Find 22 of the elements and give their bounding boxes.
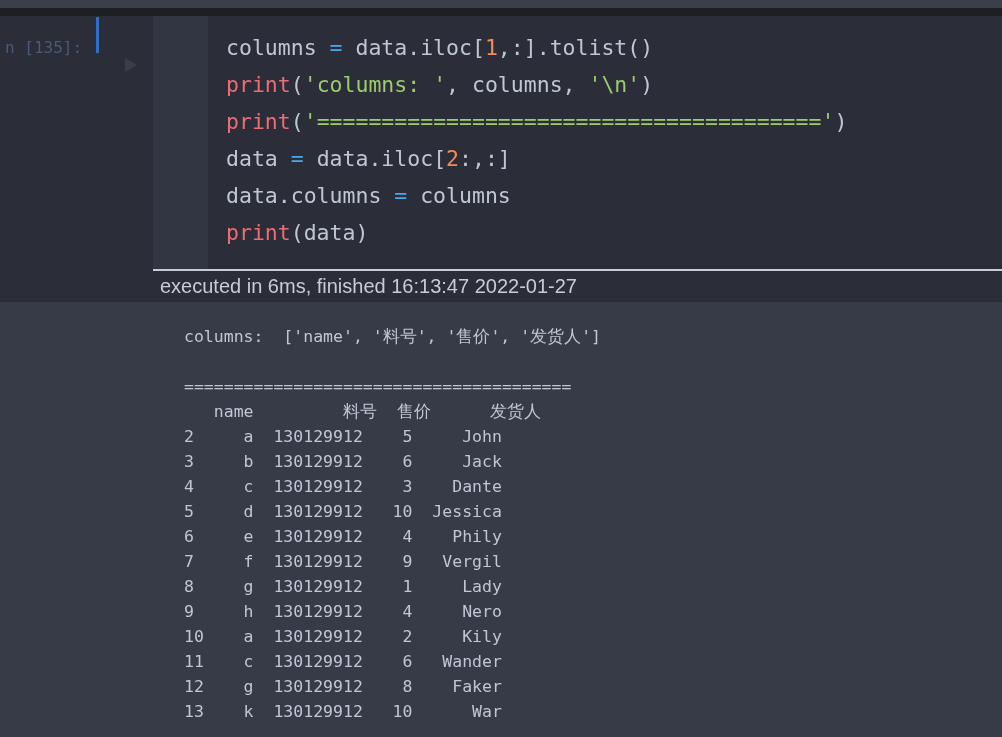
output-line: columns: ['name', '料号', '售价', '发货人'] <box>184 326 601 348</box>
code-line: print(data) <box>226 219 370 247</box>
output-line: 4 c 130129912 3 Dante <box>184 476 502 498</box>
output-line: name 料号 售价 发货人 <box>212 401 542 423</box>
code-line: data = data.iloc[2:,:] <box>226 145 512 173</box>
input-prompt: n [135]: <box>5 37 84 57</box>
output-line: 7 f 130129912 9 Vergil <box>184 551 502 573</box>
output-line: 6 e 130129912 4 Phily <box>184 526 502 548</box>
code-line: print('=======================================') <box>226 108 848 136</box>
output-line: ======================================= <box>184 376 572 398</box>
output-line: 5 d 130129912 10 Jessica <box>184 501 502 523</box>
output-line: 12 g 130129912 8 Faker <box>184 676 502 698</box>
output-line: 9 h 130129912 4 Nero <box>184 601 502 623</box>
code-line: print('columns: ', columns, '\n') <box>226 71 655 99</box>
output-line: 3 b 130129912 6 Jack <box>184 451 502 473</box>
output-line: 10 a 130129912 2 Kily <box>184 626 502 648</box>
output-line: 11 c 130129912 6 Wander <box>184 651 502 673</box>
output-line: 13 k 130129912 10 War <box>184 701 502 723</box>
output-line: 2 a 130129912 5 John <box>184 426 502 448</box>
code-line: data.columns = columns <box>226 182 512 210</box>
code-line: columns = data.iloc[1,:].tolist() <box>226 34 655 62</box>
output-line: 8 g 130129912 1 Lady <box>184 576 502 598</box>
